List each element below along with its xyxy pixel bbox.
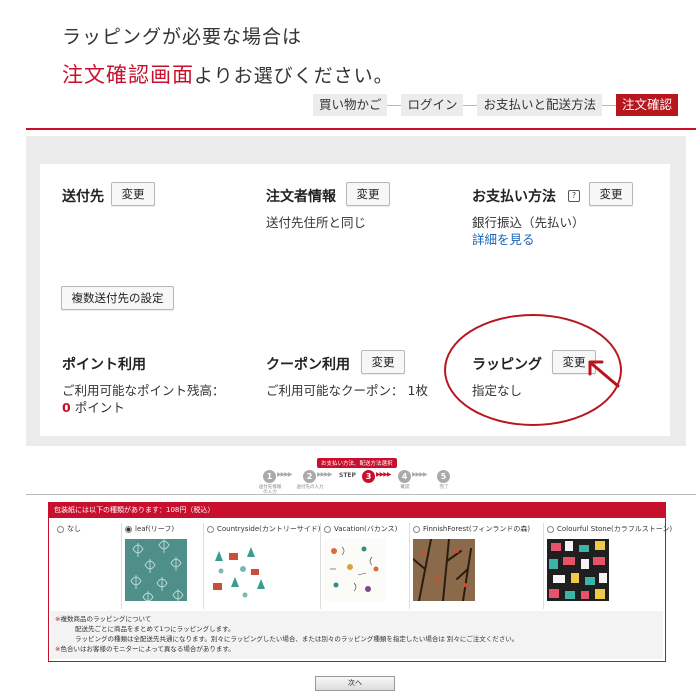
help-icon[interactable]: ? [568, 190, 580, 202]
pointer-arrow-icon [588, 360, 620, 388]
orderer-change-button[interactable]: 変更 [346, 182, 390, 206]
wrap-option-colourful-stone[interactable]: Colourful Stone(カラフルストーン) [547, 523, 672, 609]
step-1: 1 [263, 470, 276, 483]
points-label: ご利用可能なポイント残高： [62, 383, 225, 398]
note-line: ※複数商品のラッピングについて [55, 615, 152, 623]
breadcrumb-cart: 買い物かご [312, 94, 388, 116]
wrapping-options-box: 包装紙には以下の種類があります：108円（税込） なし leaf(リーフ) Co… [48, 502, 672, 662]
heading-line-2: 注文確認画面よりお選びください。 [62, 59, 394, 89]
wrap-option-leaf[interactable]: leaf(リーフ) [125, 523, 200, 609]
wrap-option-label: なし [67, 525, 81, 533]
wrap-radio-finnish-forest[interactable] [413, 525, 420, 533]
step-prefix: STEP [339, 472, 356, 479]
breadcrumb: 買い物かご ログイン お支払いと配送方法 注文確認 [312, 94, 678, 116]
wrap-option-label: leaf(リーフ) [135, 525, 175, 533]
breadcrumb-payment-shipping: お支払いと配送方法 [477, 94, 602, 116]
payment-title: お支払い方法 [472, 189, 556, 205]
heading-line-1: ラッピングが必要な場合は [62, 26, 303, 48]
breadcrumb-separator [601, 104, 616, 106]
payment-change-button[interactable]: 変更 [589, 182, 633, 206]
wrapping-options: なし leaf(リーフ) Countryside(カントリーサイド) Vacat… [53, 523, 672, 609]
wrap-option-none[interactable]: なし [57, 523, 117, 609]
wrap-option-countryside[interactable]: Countryside(カントリーサイド) [207, 523, 321, 609]
option-divider [409, 523, 410, 609]
next-button[interactable]: 次へ [315, 676, 395, 691]
heading-line-2-rest: よりお選びください。 [194, 65, 394, 87]
wrap-radio-vacation[interactable] [324, 525, 331, 533]
wrapping-options-header: 包装紙には以下の種類があります：108円（税込） [49, 503, 665, 518]
heading-emphasis: 注文確認画面 [62, 63, 194, 87]
instruction-heading: ラッピングが必要な場合は 注文確認画面よりお選びください。 [62, 22, 394, 89]
points-unit: ポイント [74, 400, 125, 415]
step-3-current: 3 [362, 470, 375, 483]
wrap-option-vacation[interactable]: Vacation(バカンス) [324, 523, 406, 609]
multiple-addresses-button[interactable]: 複数送付先の設定 [61, 286, 174, 310]
colourful-stone-pattern-image [547, 539, 609, 601]
option-divider [203, 523, 204, 609]
checkout-steps: お支払い方法、配送方法選択 1 ▶▶▶▶ 送付先情報 の入力 2 ▶▶▶▶ 送付先… [255, 458, 465, 496]
shipping-title: 送付先 [62, 189, 104, 205]
coupon-title: クーポン利用 [266, 357, 350, 373]
note-line: 配送先ごとに商品をまとめて1つにラッピングします。 [75, 625, 235, 633]
step-arrows: ▶▶▶▶ [277, 471, 293, 478]
coupon-change-button[interactable]: 変更 [361, 350, 405, 374]
wrap-option-finnish-forest[interactable]: FinnishForest(フィンランドの森) [413, 523, 539, 609]
breadcrumb-separator [463, 104, 478, 106]
step-2: 2 [303, 470, 316, 483]
note-line: ラッピングの種類は全配送先共通になります。別々にラッピングしたい場合、または別々… [75, 635, 519, 643]
wrap-option-label: FinnishForest(フィンランドの森) [423, 525, 531, 533]
wrap-option-label: Colourful Stone(カラフルストーン) [557, 525, 673, 533]
breadcrumb-login: ログイン [401, 94, 464, 116]
breadcrumb-separator [387, 104, 402, 106]
header-divider [26, 128, 696, 130]
wrap-option-label: Vacation(バカンス) [334, 525, 398, 533]
step-4: 4 [398, 470, 411, 483]
step-current-bubble: お支払い方法、配送方法選択 [317, 458, 397, 468]
payment-value: 銀行振込（先払い） [472, 215, 585, 230]
orderer-title: 注文者情報 [266, 189, 336, 205]
wrap-radio-colourful-stone[interactable] [547, 525, 554, 533]
wrap-radio-leaf[interactable] [125, 525, 132, 533]
vacation-pattern-image [324, 539, 386, 601]
step-5: 5 [437, 470, 450, 483]
coupon-value: 1枚 [407, 383, 428, 398]
leaf-pattern-image [125, 539, 187, 601]
breadcrumb-order-confirm: 注文確認 [615, 94, 678, 116]
coupon-label: ご利用可能なクーポン： [266, 383, 404, 398]
step-arrows: ▶▶▶▶ [317, 471, 333, 478]
note-line: ※色合いはお客様のモニターによって異なる場合があります。 [55, 645, 235, 653]
step-5-label: 完了 [439, 485, 449, 490]
option-divider [320, 523, 321, 609]
countryside-pattern-image [207, 539, 269, 601]
step-arrows: ▶▶▶▶ [376, 471, 392, 478]
wrap-radio-none[interactable] [57, 525, 64, 533]
points-balance: 0 ポイント [62, 399, 125, 416]
step-4-label: 確認 [400, 485, 410, 490]
section-divider [26, 494, 696, 495]
shipping-change-button[interactable]: 変更 [111, 182, 155, 206]
option-divider [543, 523, 544, 609]
coupon-info: ご利用可能なクーポン： 1枚 [266, 382, 428, 399]
option-divider [121, 523, 122, 609]
points-title: ポイント利用 [62, 357, 146, 373]
finnish-forest-pattern-image [413, 539, 475, 601]
wrapping-notes: ※複数商品のラッピングについて 配送先ごとに商品をまとめて1つにラッピングします… [51, 611, 663, 659]
orderer-value: 送付先住所と同じ [266, 215, 367, 230]
points-value: 0 [62, 400, 71, 415]
payment-details-link[interactable]: 詳細を見る [472, 231, 535, 248]
step-2-label: 送付先の入力 [296, 485, 324, 490]
step-arrows: ▶▶▶▶ [412, 471, 428, 478]
wrap-radio-countryside[interactable] [207, 525, 214, 533]
wrap-option-label: Countryside(カントリーサイド) [217, 525, 321, 533]
